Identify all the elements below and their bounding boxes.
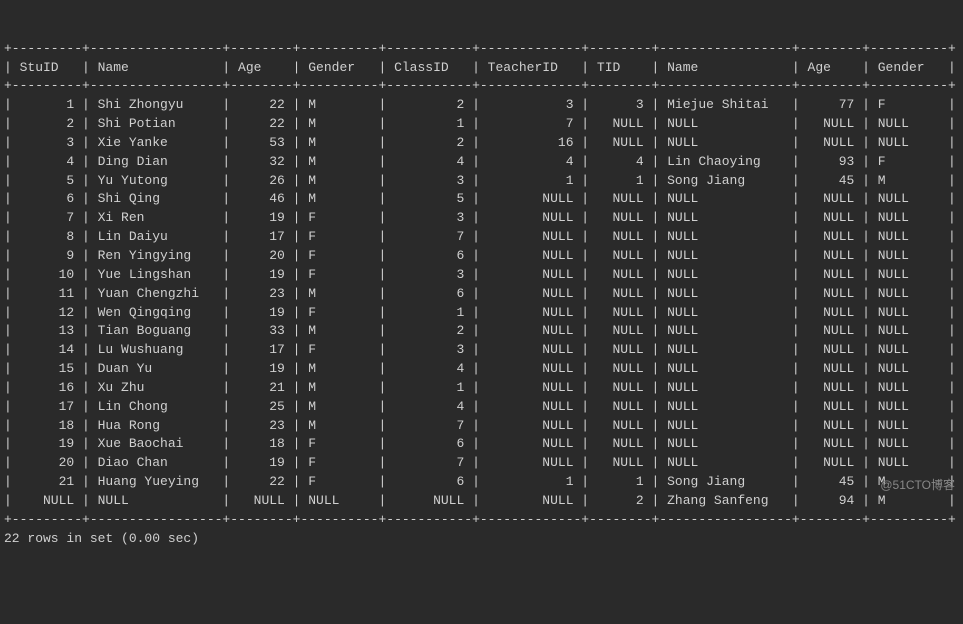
watermark: @51CTO博客 (880, 477, 955, 494)
sql-result-table: +---------+-----------------+--------+--… (4, 40, 959, 549)
